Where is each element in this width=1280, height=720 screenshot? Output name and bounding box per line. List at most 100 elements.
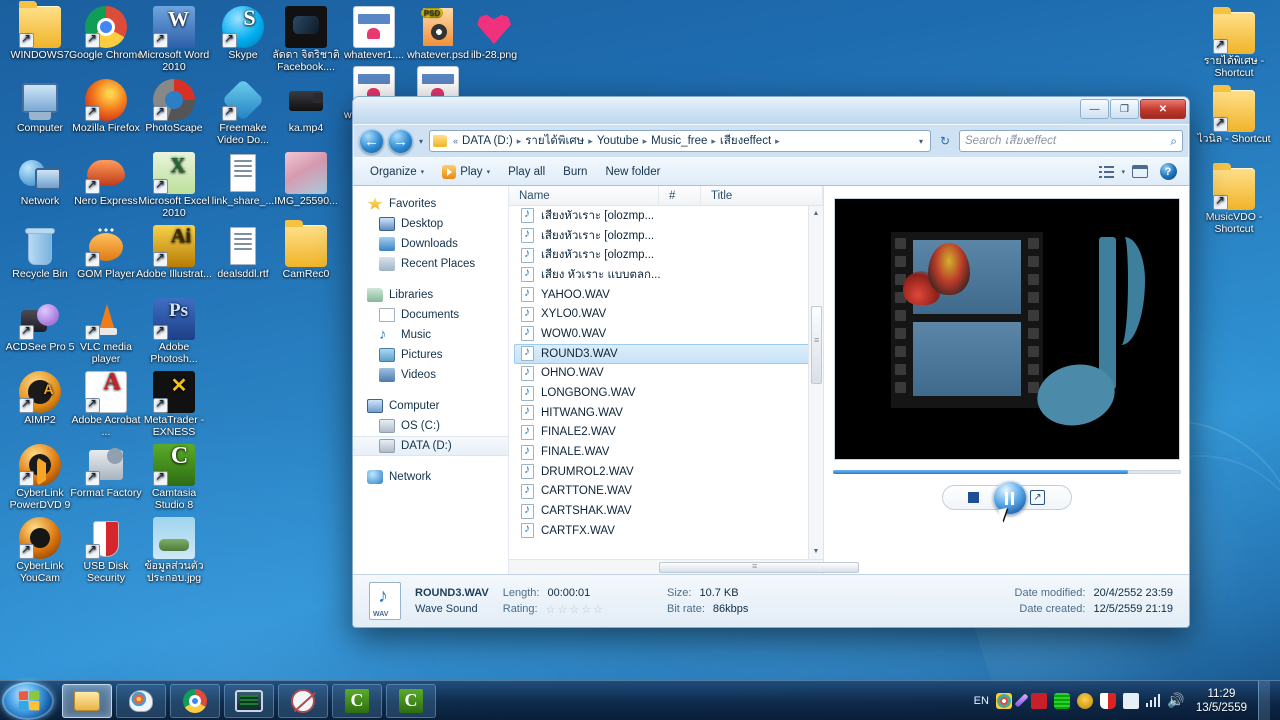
explorer-window[interactable]: — ❐ ✕ ← → ▾ « DATA (D:) ▸ รายได้พิเศษ ▸ … — [352, 96, 1190, 628]
volume-icon[interactable]: 🔊 — [1167, 692, 1184, 709]
file-list-item[interactable]: WOW0.WAV — [509, 324, 823, 344]
chrome-tray-icon[interactable] — [995, 692, 1012, 709]
file-list-item[interactable]: ROUND3.WAV — [514, 343, 817, 364]
window-titlebar[interactable]: — ❐ ✕ — [353, 97, 1189, 125]
preview-pane-button[interactable] — [1127, 161, 1153, 182]
update-tray-icon[interactable] — [1122, 692, 1139, 709]
back-button[interactable]: ← — [359, 128, 384, 154]
file-list-item[interactable]: FINALE.WAV — [509, 442, 823, 462]
network-signal-icon[interactable] — [1145, 694, 1161, 707]
stop-button[interactable] — [968, 492, 979, 503]
file-list[interactable]: เสียงหัวเราะ [olozmp... เสียงหัวเราะ [olo… — [509, 206, 823, 559]
fullscreen-button[interactable]: ↗ — [1030, 490, 1045, 505]
file-list-item[interactable]: LONGBONG.WAV — [509, 383, 823, 403]
column-header-number[interactable]: # — [659, 186, 701, 205]
breadcrumb-overflow-icon[interactable]: « — [451, 136, 460, 146]
breadcrumb-item-0[interactable]: DATA (D:) — [460, 135, 515, 147]
navpane-item-music[interactable]: ♪ Music — [353, 325, 508, 345]
navpane-group-computer[interactable]: Computer — [353, 396, 508, 416]
horizontal-scrollbar[interactable] — [509, 559, 859, 574]
desktop-icon[interactable]: Recycle Bin — [2, 225, 78, 281]
navpane-group-libraries[interactable]: Libraries — [353, 285, 508, 305]
start-button[interactable] — [2, 681, 54, 720]
desktop-icon[interactable]: CyberLink PowerDVD 9 — [2, 444, 78, 511]
close-button[interactable]: ✕ — [1140, 99, 1186, 119]
file-list-item[interactable]: OHNO.WAV — [509, 364, 823, 384]
organize-button[interactable]: Organize ▾ — [361, 161, 433, 183]
desktop-icon[interactable]: GOM Player — [68, 225, 144, 281]
desktop-icon[interactable]: ข้อมูลส่วนตัว ประกอบ.jpg — [136, 517, 212, 584]
navpane-item-pictures[interactable]: Pictures — [353, 345, 508, 365]
rating-star[interactable]: ☆ — [593, 603, 603, 616]
play-button[interactable]: Play ▾ — [433, 161, 499, 183]
column-header-name[interactable]: Name — [509, 186, 659, 205]
scrollbar-thumb[interactable] — [811, 306, 822, 384]
desktop-icon[interactable]: ACDSee Pro 5 — [2, 298, 78, 354]
forward-button[interactable]: → — [388, 128, 413, 154]
navpane-item-os-c-[interactable]: OS (C:) — [353, 416, 508, 436]
scroll-down-icon[interactable]: ▼ — [809, 544, 823, 559]
breadcrumb-item-4[interactable]: เสียงeffect — [718, 132, 773, 150]
rating-stars[interactable]: ☆ ☆ ☆ ☆ ☆ — [546, 603, 603, 616]
search-input[interactable]: Search เสียงeffect ⌕ — [959, 130, 1183, 152]
desktop-icon[interactable]: WMicrosoft Word 2010 — [136, 6, 212, 73]
file-list-item[interactable]: CARTFX.WAV — [509, 521, 823, 541]
rating-star[interactable]: ☆ — [569, 603, 579, 616]
rating-star[interactable]: ☆ — [557, 603, 567, 616]
breadcrumb-item-2[interactable]: Youtube — [595, 135, 641, 147]
address-dropdown-icon[interactable]: ▾ — [915, 137, 927, 146]
help-button[interactable]: ? — [1155, 161, 1181, 182]
navpane-item-videos[interactable]: Videos — [353, 365, 508, 385]
navpane-item-downloads[interactable]: Downloads — [353, 234, 508, 254]
new-folder-button[interactable]: New folder — [596, 161, 669, 183]
rating-star[interactable]: ☆ — [546, 603, 556, 616]
address-bar[interactable]: « DATA (D:) ▸ รายได้พิเศษ ▸ Youtube ▸ Mu… — [429, 130, 931, 152]
navpane-item-data-d-[interactable]: DATA (D:) — [353, 436, 508, 456]
navpane-item-desktop[interactable]: Desktop — [353, 214, 508, 234]
taskbar-button-windows-explorer[interactable] — [62, 683, 112, 718]
breadcrumb-item-1[interactable]: รายได้พิเศษ — [523, 132, 586, 150]
desktop-icon[interactable]: WINDOWS7 — [2, 1, 78, 62]
desktop-icon[interactable]: ลัดดา จิตริชาติ Facebook.... — [268, 6, 344, 73]
vertical-scrollbar[interactable]: ▲ ▼ — [808, 206, 823, 559]
file-list-item[interactable]: เสียงหัวเราะ [olozmp... — [509, 226, 823, 246]
user-tray-icon[interactable] — [1076, 692, 1093, 709]
taskbar-button-media-app[interactable] — [224, 683, 274, 718]
hscrollbar-thumb[interactable] — [659, 561, 859, 573]
file-list-item[interactable]: เสียงหัวเราะ [olozmp... — [509, 245, 823, 265]
desktop-icon[interactable]: Format Factory — [68, 444, 144, 500]
navigation-pane[interactable]: Favorites Desktop Downloads Recent Places Li… — [353, 186, 509, 574]
desktop-icon[interactable]: XMicrosoft Excel 2010 — [136, 152, 212, 219]
desktop-icon[interactable]: ka.mp4 — [268, 79, 344, 135]
desktop-icon[interactable]: CyberLink YouCam — [2, 517, 78, 584]
desktop-icon[interactable]: AAIMP2 — [2, 371, 78, 427]
change-view-button[interactable] — [1093, 161, 1119, 182]
refresh-button[interactable]: ↻ — [935, 130, 955, 152]
navpane-group-network[interactable]: Network — [353, 467, 508, 487]
acrobat-tray-icon[interactable] — [1030, 692, 1047, 709]
file-list-item[interactable]: HITWANG.WAV — [509, 403, 823, 423]
taskbar-button-paint[interactable] — [116, 683, 166, 718]
desktop-icon[interactable]: Mozilla Firefox — [68, 79, 144, 135]
desktop-icon[interactable]: PsAdobe Photosh... — [136, 298, 212, 365]
file-list-item[interactable]: YAHOO.WAV — [509, 285, 823, 305]
navpane-item-recent-places[interactable]: Recent Places — [353, 254, 508, 274]
taskbar-button-camtasia-app[interactable]: C — [332, 683, 382, 718]
desktop-icon[interactable]: CCamtasia Studio 8 — [136, 444, 212, 511]
column-header-title[interactable]: Title — [701, 186, 823, 205]
breadcrumb-item-3[interactable]: Music_free — [649, 135, 709, 147]
file-list-item[interactable]: XYLO0.WAV — [509, 304, 823, 324]
recent-pages-caret-icon[interactable]: ▾ — [417, 137, 425, 146]
file-list-item[interactable]: เสียงหัวเราะ [olozmp... — [509, 206, 823, 226]
desktop-icon[interactable]: รายได้พิเศษ - Shortcut — [1196, 7, 1272, 79]
grid-tray-icon[interactable] — [1053, 692, 1070, 709]
file-list-item[interactable]: DRUMROL2.WAV — [509, 462, 823, 482]
desktop-icon[interactable]: ไวนิล - Shortcut — [1196, 85, 1272, 146]
file-list-item[interactable]: FINALE2.WAV — [509, 423, 823, 443]
desktop-icon[interactable]: ilb-28.png — [456, 6, 532, 62]
file-list-item[interactable]: เสียง หัวเราะ แบบตลก... — [509, 265, 823, 285]
desktop-icon[interactable]: Google Chrome — [68, 6, 144, 62]
desktop-icon[interactable]: ✕MetaTrader - EXNESS — [136, 371, 212, 438]
minimize-button[interactable]: — — [1080, 99, 1109, 119]
desktop-icon[interactable]: USB Disk Security — [68, 517, 144, 584]
